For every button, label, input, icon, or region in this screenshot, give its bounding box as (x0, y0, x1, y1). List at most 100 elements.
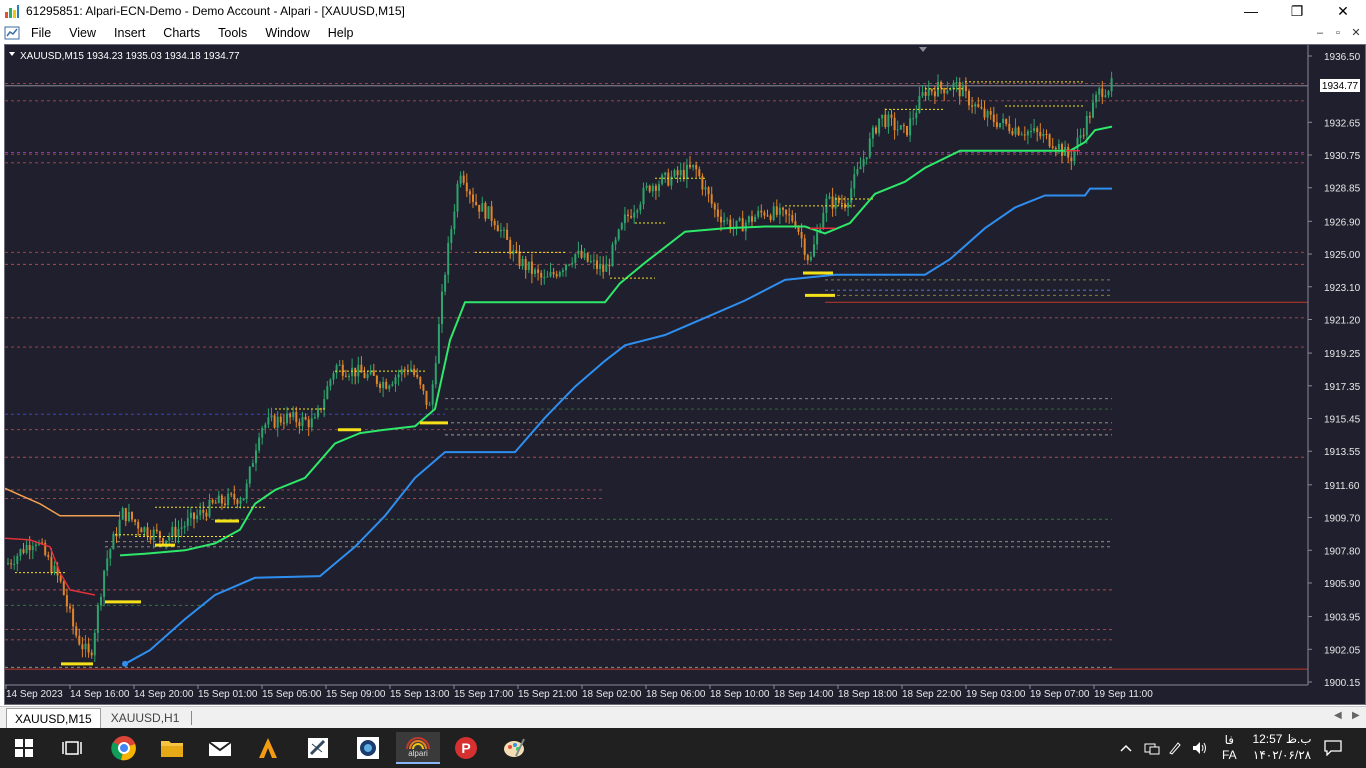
menu-charts[interactable]: Charts (154, 26, 209, 40)
candle-body (574, 254, 577, 263)
candle-body (53, 565, 56, 573)
windows-start-icon[interactable] (4, 732, 44, 764)
mail-icon[interactable] (200, 732, 240, 764)
candle-body (72, 608, 75, 627)
menu-window[interactable]: Window (256, 26, 318, 40)
candle-body (326, 386, 329, 400)
candle-body (202, 510, 205, 513)
candle-body (158, 531, 161, 539)
candle-body (391, 384, 394, 386)
time-label: 15 Sep 05:00 (262, 689, 322, 700)
price-label: 1909.70 (1324, 514, 1361, 525)
chart-window[interactable]: 1936.50 1932.65 1930.75 1928.85 1926.90 1925.… (4, 44, 1366, 705)
candle-body (881, 114, 884, 119)
candle-body (1079, 135, 1082, 138)
candle-body (75, 626, 78, 636)
menu-insert[interactable]: Insert (105, 26, 154, 40)
candle-body (146, 527, 149, 537)
tab-xauusd-m15[interactable]: XAUUSD,M15 (6, 708, 101, 728)
candle-body (1011, 131, 1014, 135)
candle-body (478, 204, 481, 212)
volume-icon[interactable] (1192, 728, 1208, 768)
candle-body (868, 138, 871, 158)
candle-body (664, 172, 667, 176)
candle-body (1033, 128, 1036, 131)
candle-body (397, 374, 400, 378)
candle-body (109, 549, 112, 559)
candle-body (692, 164, 695, 168)
candle-body (602, 264, 605, 272)
tab-xauusd-h1[interactable]: XAUUSD,H1 (103, 708, 188, 728)
menu-tools[interactable]: Tools (209, 26, 256, 40)
candle-body (487, 206, 490, 219)
green-trend-line (119, 125, 1113, 557)
notification-icon[interactable] (1324, 728, 1342, 768)
candle-body (301, 416, 304, 426)
candle-body (1030, 130, 1032, 132)
candle-body (242, 498, 245, 501)
candle-body (859, 166, 862, 170)
candle-body (989, 111, 992, 115)
tab-scroll-left-icon[interactable]: ◀ (1334, 710, 1342, 721)
yellow-markers (61, 271, 835, 666)
camera-app-icon[interactable] (348, 732, 388, 764)
mdi-restore-button[interactable]: ▫ (1330, 26, 1346, 40)
chart-window-icon[interactable] (4, 25, 20, 41)
candle-body (1036, 128, 1039, 133)
candle-body (258, 437, 261, 451)
language-indicator[interactable]: فا FA (1222, 728, 1237, 768)
menu-help[interactable]: Help (319, 26, 363, 40)
close-button[interactable]: ✕ (1320, 0, 1366, 22)
candle-body (208, 499, 211, 517)
candle-body (611, 244, 614, 267)
candle-body (813, 244, 815, 257)
candle-body (884, 114, 887, 127)
system-clock[interactable]: 12:57 ب.ظ ۱۴۰۲/۰۶/۲۸ (1252, 731, 1312, 763)
chrome-icon[interactable] (104, 732, 144, 764)
tray-expand-icon[interactable] (1120, 728, 1132, 768)
candle-body (7, 563, 9, 565)
candle-body (1023, 134, 1026, 136)
network-icon[interactable] (1144, 728, 1160, 768)
candle-body (96, 605, 99, 633)
menu-file[interactable]: File (22, 26, 60, 40)
window-title: 61295851: Alpari-ECN-Demo - Demo Account… (26, 4, 405, 18)
candle-body (276, 416, 279, 428)
tab-scroll-right-icon[interactable]: ▶ (1352, 710, 1360, 721)
candle-body (630, 215, 633, 218)
candle-body (828, 196, 831, 199)
mdi-minimize-button[interactable]: – (1312, 26, 1328, 40)
candle-body (785, 209, 788, 215)
candle-body (608, 264, 611, 267)
candle-body (220, 495, 223, 504)
candle-body (493, 220, 496, 226)
chart-tab-bar: XAUUSD,M15 XAUUSD,H1 (0, 706, 1366, 728)
file-explorer-icon[interactable] (152, 732, 192, 764)
candle-body (264, 424, 267, 428)
price-chart[interactable]: 1936.50 1932.65 1930.75 1928.85 1926.90 1925.… (5, 45, 1365, 704)
pen-tray-icon[interactable] (1168, 728, 1182, 768)
candle-body (710, 194, 713, 204)
time-label: 15 Sep 01:00 (198, 689, 258, 700)
task-view-icon[interactable] (52, 732, 92, 764)
candle-body (565, 264, 567, 271)
minimize-button[interactable]: — (1228, 0, 1274, 22)
a-app-icon[interactable] (248, 732, 288, 764)
candle-body (140, 528, 143, 533)
candle-body (1026, 131, 1029, 136)
candle-body (543, 277, 546, 279)
price-label: 1915.45 (1324, 415, 1361, 426)
candle-body (25, 545, 28, 553)
menu-view[interactable]: View (60, 26, 105, 40)
maximize-button[interactable]: ❐ (1274, 0, 1320, 22)
title-bar: 61295851: Alpari-ECN-Demo - Demo Account… (0, 0, 1366, 22)
alpari-icon[interactable]: alpari (396, 732, 440, 764)
time-label: 19 Sep 03:00 (966, 689, 1026, 700)
pen-app-icon[interactable] (298, 732, 338, 764)
candle-body (1054, 148, 1057, 150)
mdi-close-button[interactable]: ✕ (1348, 26, 1364, 40)
candle-body (682, 170, 685, 179)
blue-line-start (122, 660, 128, 667)
paint-icon[interactable] (494, 732, 534, 764)
p-app-icon[interactable]: P (446, 732, 486, 764)
